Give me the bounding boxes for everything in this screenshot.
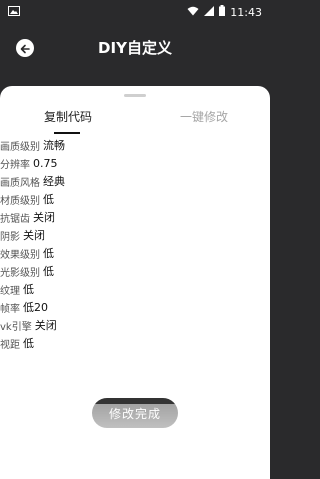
list-item: 效果级别低 — [0, 244, 65, 262]
setting-key: 光影级别 — [0, 267, 40, 279]
setting-value: 关闭 — [33, 211, 55, 224]
list-item: 阴影 关闭 — [0, 226, 65, 244]
signal-icon — [204, 5, 215, 19]
setting-value: 关闭 — [23, 229, 45, 242]
active-tab-indicator — [54, 132, 80, 134]
list-item: 材质级别低 — [0, 190, 65, 208]
setting-key: 阴影 — [0, 231, 20, 243]
setting-key: 材质级别 — [0, 195, 40, 207]
setting-value: 低 — [43, 193, 54, 206]
setting-value: 0.75 — [33, 156, 58, 170]
list-item: vk引擎 关闭 — [0, 316, 65, 334]
setting-key: 视距 — [0, 339, 20, 351]
setting-key: 抗锯齿 — [0, 213, 30, 225]
setting-key: 画质风格 — [0, 177, 40, 189]
list-item: 画质级别 流畅 — [0, 136, 65, 154]
page-title: DIY自定义 — [98, 39, 172, 57]
setting-value: 低 — [23, 283, 34, 296]
drag-handle[interactable] — [124, 94, 146, 97]
list-item: 光影级别低 — [0, 262, 65, 280]
setting-value: 低20 — [23, 301, 48, 314]
clock-time: 11:43 — [230, 5, 262, 19]
button-fade-overlay — [0, 404, 270, 479]
list-item: 视距低 — [0, 334, 65, 352]
list-item: 帧率 低20 — [0, 298, 65, 316]
list-item: 纹理低 — [0, 280, 65, 298]
setting-value: 低 — [43, 265, 54, 278]
setting-value: 低 — [23, 337, 34, 350]
battery-icon — [219, 5, 226, 19]
status-bar: 11:43 — [0, 0, 270, 24]
setting-key: 画质级别 — [0, 141, 40, 153]
list-item: 分辨率 0.75 — [0, 154, 65, 172]
setting-value: 经典 — [43, 175, 65, 188]
setting-key: 帧率 — [0, 303, 20, 315]
setting-key: 分辨率 — [0, 159, 30, 171]
settings-list: 画质级别 流畅 分辨率 0.75 画质风格 经典 材质级别低 抗锯齿 关闭 阴影 关闭 效… — [0, 136, 65, 352]
list-item: 画质风格 经典 — [0, 172, 65, 190]
setting-value: 低 — [43, 247, 54, 260]
list-item: 抗锯齿 关闭 — [0, 208, 65, 226]
setting-key: 纹理 — [0, 285, 20, 297]
app-bar: DIY自定义 — [0, 24, 270, 72]
tab-copy-code[interactable]: 复制代码 — [44, 108, 92, 125]
image-icon — [8, 5, 20, 19]
setting-value: 流畅 — [43, 139, 65, 152]
setting-key: 效果级别 — [0, 249, 40, 261]
bottom-sheet: 复制代码 一键修改 画质级别 流畅 分辨率 0.75 画质风格 经典 材质级别低 抗锯… — [0, 86, 270, 479]
wifi-icon — [187, 6, 199, 19]
tab-one-click-edit[interactable]: 一键修改 — [180, 108, 228, 125]
setting-key: vk引擎 — [0, 321, 32, 333]
setting-value: 关闭 — [34, 319, 57, 332]
